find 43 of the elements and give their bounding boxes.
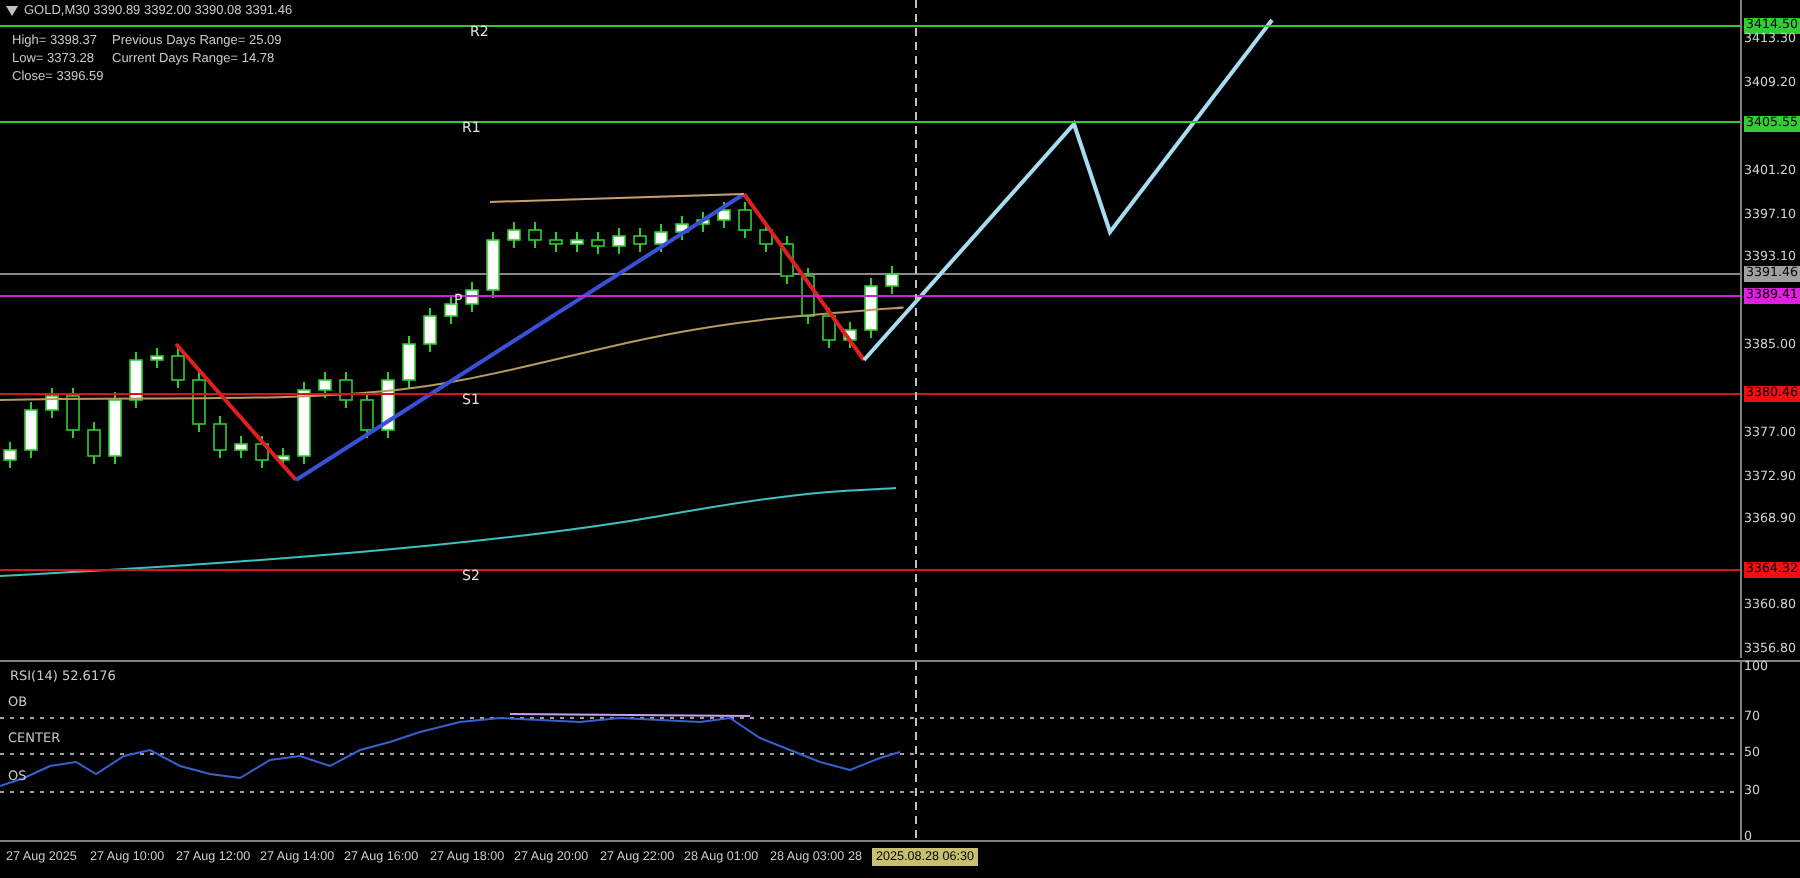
candlestick xyxy=(717,201,731,229)
candlestick xyxy=(612,227,626,255)
candlestick xyxy=(318,371,332,399)
candlestick xyxy=(801,267,815,325)
candlestick xyxy=(423,307,437,353)
candlestick xyxy=(150,347,164,369)
collapse-triangle-icon[interactable] xyxy=(6,6,18,16)
candlestick xyxy=(402,335,416,389)
candlestick xyxy=(129,351,143,409)
candlestick xyxy=(486,231,500,299)
candlestick xyxy=(360,391,374,439)
candlestick xyxy=(444,295,458,325)
candlestick xyxy=(843,321,857,349)
candlestick xyxy=(675,215,689,241)
candlestick xyxy=(654,223,668,253)
candlestick xyxy=(276,447,290,469)
candlestick xyxy=(297,381,311,465)
candlestick xyxy=(234,435,248,459)
candlestick xyxy=(192,371,206,433)
candlestick xyxy=(864,277,878,339)
candlestick xyxy=(822,307,836,349)
candlestick xyxy=(171,347,185,389)
candlestick xyxy=(759,221,773,253)
candlestick xyxy=(633,227,647,253)
candlestick xyxy=(591,231,605,255)
candlestick xyxy=(507,221,521,249)
candlestick xyxy=(3,441,17,469)
candlestick xyxy=(255,435,269,469)
candlestick xyxy=(570,231,584,253)
candlestick xyxy=(780,235,794,285)
candlestick xyxy=(339,371,353,409)
candlestick xyxy=(528,221,542,249)
candlestick xyxy=(465,281,479,313)
candlestick xyxy=(66,387,80,439)
candlestick xyxy=(87,421,101,465)
candlestick xyxy=(108,391,122,465)
candlestick xyxy=(696,211,710,233)
candlestick xyxy=(549,231,563,253)
candlestick xyxy=(24,401,38,459)
candlestick xyxy=(885,265,899,295)
candlestick xyxy=(213,415,227,459)
candlestick xyxy=(738,201,752,239)
candlestick xyxy=(45,387,59,419)
